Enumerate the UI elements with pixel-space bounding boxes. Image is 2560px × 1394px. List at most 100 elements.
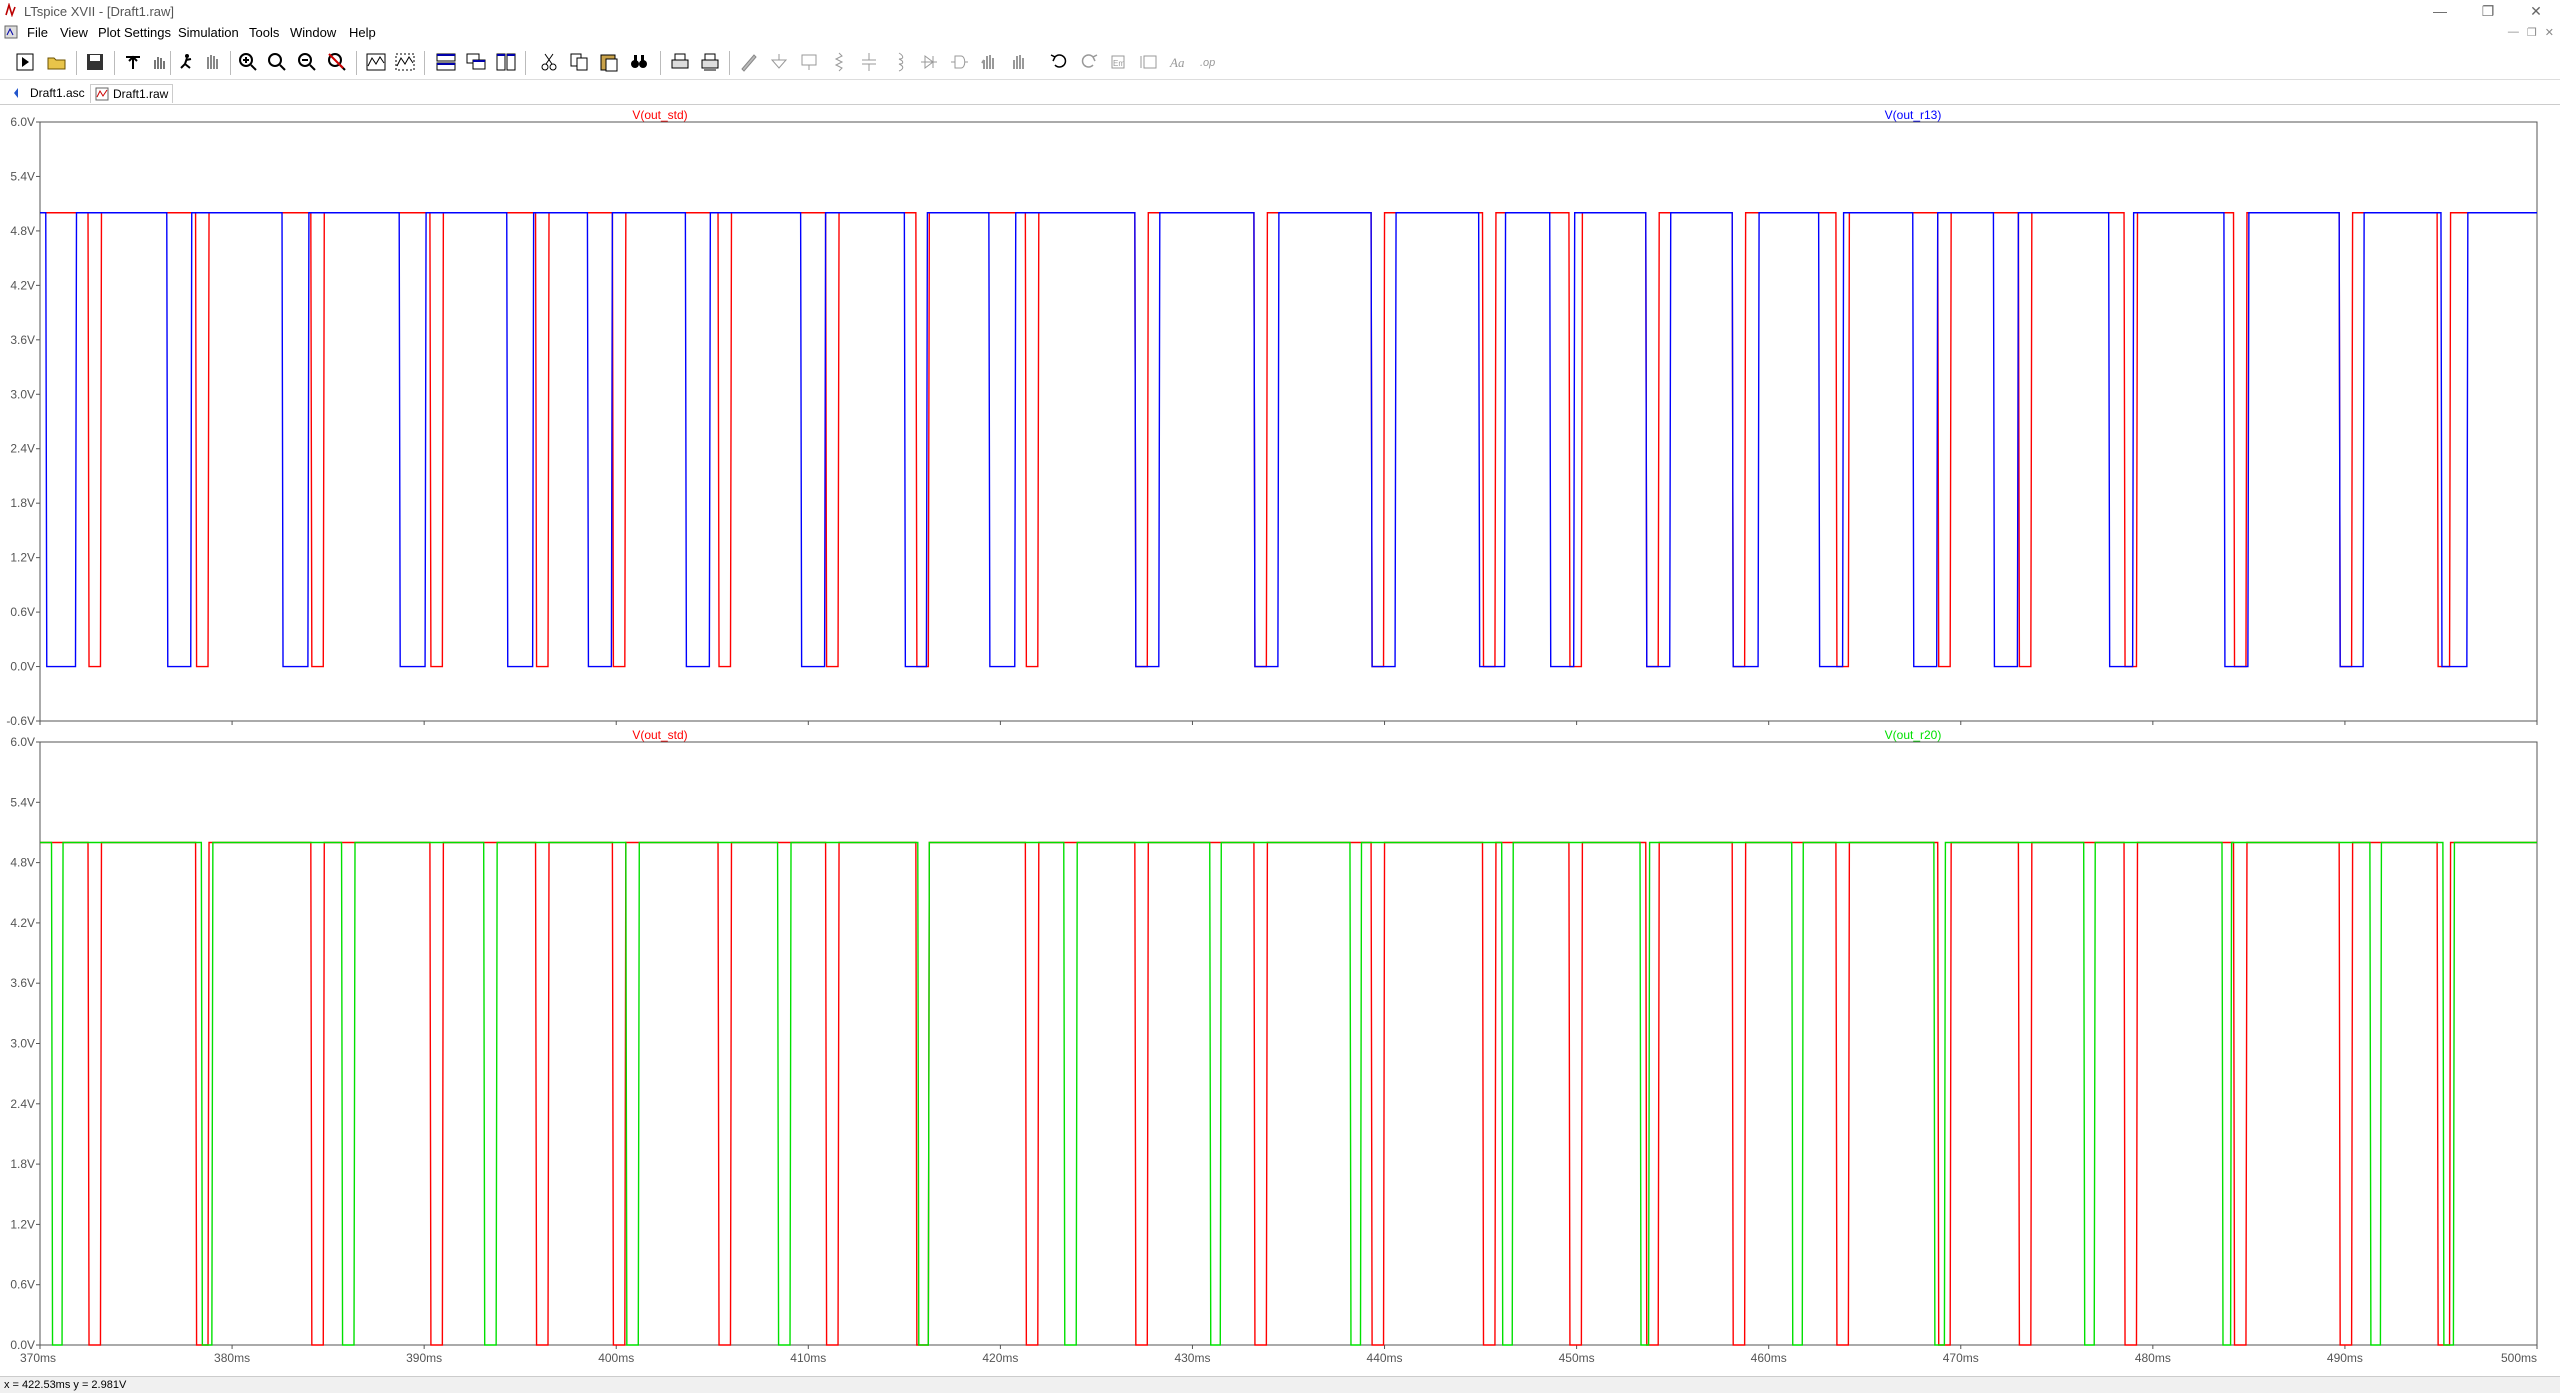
trace-label[interactable]: V(out_r13) <box>1885 108 1942 122</box>
y-tick-label: 1.2V <box>10 551 35 565</box>
spice-directive-icon[interactable]: .op <box>1196 49 1222 75</box>
menu-file[interactable]: File <box>27 25 48 40</box>
find-icon[interactable] <box>626 49 652 75</box>
close-icon[interactable]: ✕ <box>2512 0 2560 22</box>
cut-icon[interactable] <box>536 49 562 75</box>
svg-text:Aa: Aa <box>1169 55 1185 70</box>
tab-label: Draft1.raw <box>113 87 169 101</box>
x-tick-label: 440ms <box>1367 1351 1403 1365</box>
waveform-plots-svg[interactable]: 6.0V 5.4V 4.8V 4.2V 3.6V 3.0V 2.4V 1.8V 1.2V 0.6V… <box>0 104 2560 1376</box>
x-tick-label: 400ms <box>598 1351 634 1365</box>
component-icon[interactable] <box>946 49 972 75</box>
menu-view[interactable]: View <box>60 25 88 40</box>
move-icon[interactable] <box>976 49 1002 75</box>
trace-label[interactable]: V(out_r20) <box>1885 728 1942 742</box>
capacitor-icon[interactable] <box>856 49 882 75</box>
waveform-grid-icon[interactable] <box>392 49 418 75</box>
menu-help[interactable]: Help <box>349 25 376 40</box>
menu-window[interactable]: Window <box>290 25 336 40</box>
waveform-viewer[interactable]: 6.0V 5.4V 4.8V 4.2V 3.6V 3.0V 2.4V 1.8V 1.2V 0.6V… <box>0 104 2560 1376</box>
label-net-icon[interactable] <box>796 49 822 75</box>
open-icon[interactable] <box>44 49 70 75</box>
rotate-icon[interactable]: Em <box>1106 49 1132 75</box>
zoom-out-icon[interactable] <box>294 49 320 75</box>
y-tick-label: 1.2V <box>10 1217 35 1231</box>
separator <box>729 51 730 75</box>
resistor-icon[interactable] <box>826 49 852 75</box>
zoom-fit-icon[interactable] <box>324 49 350 75</box>
tab-draft1-asc[interactable]: Draft1.asc <box>8 84 89 102</box>
y-tick-label: 0.6V <box>10 1278 35 1292</box>
cursor-readout: x = 422.53ms y = 2.981V <box>4 1379 127 1391</box>
run-sim-icon[interactable] <box>174 49 200 75</box>
paste-icon[interactable] <box>596 49 622 75</box>
separator <box>170 51 171 75</box>
document-tabs: Draft1.asc Draft1.raw <box>0 82 2560 105</box>
y-tick-label: 0.0V <box>10 1338 35 1352</box>
y-tick-label: 4.2V <box>10 916 35 930</box>
y-tick-label: 2.4V <box>10 442 35 456</box>
copy-icon[interactable] <box>566 49 592 75</box>
hand-icon[interactable] <box>146 49 172 75</box>
x-tick-label: 420ms <box>982 1351 1018 1365</box>
text-icon[interactable]: Aa <box>1166 49 1192 75</box>
draw-wire-icon[interactable] <box>736 49 762 75</box>
x-tick-label: 490ms <box>2327 1351 2363 1365</box>
mdi-controls: — ❐ ✕ <box>2508 26 2554 39</box>
trace-label[interactable]: V(out_std) <box>632 728 687 742</box>
inductor-icon[interactable] <box>886 49 912 75</box>
tile-vertical-icon[interactable] <box>493 49 519 75</box>
separator <box>356 51 357 75</box>
tab-draft1-raw[interactable]: Draft1.raw <box>90 84 174 103</box>
document-system-icon[interactable] <box>4 25 18 39</box>
print-preview-icon[interactable] <box>697 49 723 75</box>
y-tick-label: 0.0V <box>10 660 35 674</box>
toolbar: Em Aa .op <box>0 45 2560 80</box>
diode-icon[interactable] <box>916 49 942 75</box>
mdi-minimize-icon[interactable]: — <box>2508 26 2519 39</box>
run-icon[interactable] <box>12 49 38 75</box>
y-tick-label: 3.0V <box>10 387 35 401</box>
save-icon[interactable] <box>82 49 108 75</box>
y-tick-label: 3.0V <box>10 1037 35 1051</box>
undo-icon[interactable] <box>1046 49 1072 75</box>
mirror-icon[interactable] <box>1136 49 1162 75</box>
drag-icon[interactable] <box>1006 49 1032 75</box>
y-tick-label: 2.4V <box>10 1097 35 1111</box>
plot-frame <box>39 741 2538 1346</box>
ground-icon[interactable] <box>766 49 792 75</box>
y-tick-label: 0.6V <box>10 605 35 619</box>
separator <box>660 51 661 75</box>
cascade-icon[interactable] <box>463 49 489 75</box>
zoom-pan-icon[interactable] <box>264 49 290 75</box>
waveform-icon <box>95 87 109 101</box>
control-panel-icon[interactable] <box>120 49 146 75</box>
tile-horizontal-icon[interactable] <box>433 49 459 75</box>
y-tick-label: 3.6V <box>10 976 35 990</box>
restore-icon[interactable]: ❐ <box>2464 0 2512 22</box>
window-title: LTspice XVII - [Draft1.raw] <box>24 4 175 19</box>
autorange-icon[interactable] <box>363 49 389 75</box>
title-bar: LTspice XVII - [Draft1.raw] — ❐ ✕ <box>0 0 2560 22</box>
plot-pane-1[interactable]: 6.0V 5.4V 4.8V 4.2V 3.6V 3.0V 2.4V 1.8V 1.2V 0.6V… <box>6 108 2538 728</box>
minimize-icon[interactable]: — <box>2416 0 2464 22</box>
menu-plot-settings[interactable]: Plot Settings <box>98 25 171 40</box>
y-tick-label: 5.4V <box>10 795 35 809</box>
mdi-restore-icon[interactable]: ❐ <box>2527 26 2537 39</box>
print-icon[interactable] <box>667 49 693 75</box>
halt-icon[interactable] <box>200 49 226 75</box>
zoom-in-icon[interactable] <box>235 49 261 75</box>
menu-simulation[interactable]: Simulation <box>178 25 239 40</box>
schematic-icon <box>14 88 18 98</box>
y-tick-label: 4.8V <box>10 856 35 870</box>
ltspice-app-icon <box>5 3 16 17</box>
plot-pane-2[interactable]: 6.0V 5.4V 4.8V 4.2V 3.6V 3.0V 2.4V 1.8V 1.2V 0.6V… <box>10 728 2538 1365</box>
separator <box>76 51 77 75</box>
trace-label[interactable]: V(out_std) <box>632 108 687 122</box>
y-tick-label: 6.0V <box>10 115 35 129</box>
menu-tools[interactable]: Tools <box>249 25 279 40</box>
plot-frame <box>39 121 2538 722</box>
mdi-close-icon[interactable]: ✕ <box>2545 26 2554 39</box>
redo-icon[interactable] <box>1076 49 1102 75</box>
y-tick-label: 5.4V <box>10 169 35 183</box>
